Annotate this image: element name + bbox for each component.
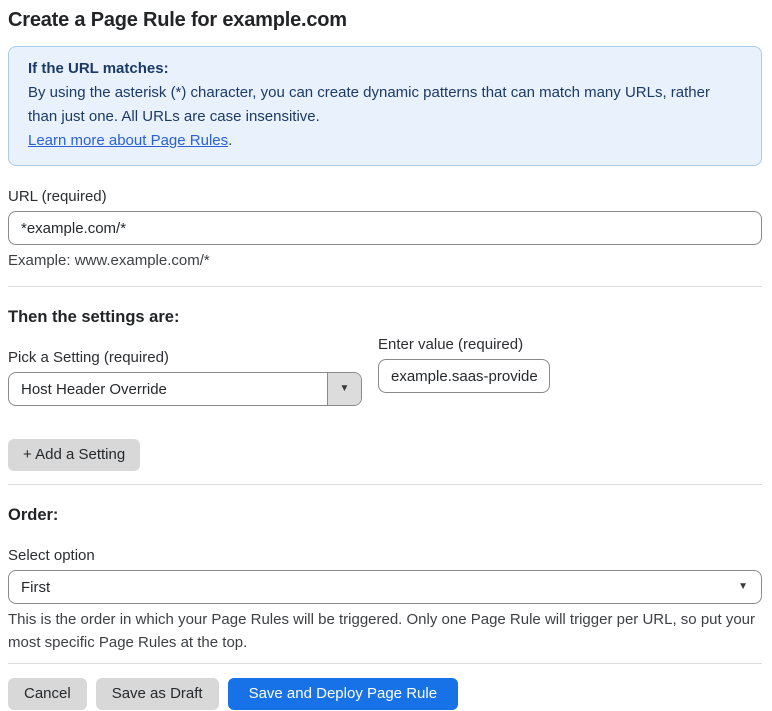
setting-select[interactable]: Host Header Override ▼	[8, 372, 362, 406]
info-box-body: By using the asterisk (*) character, you…	[28, 84, 710, 125]
save-deploy-button[interactable]: Save and Deploy Page Rule	[227, 678, 459, 710]
divider	[8, 286, 762, 287]
pick-setting-label: Pick a Setting (required)	[8, 349, 169, 366]
order-helper-text: This is the order in which your Page Rul…	[8, 611, 756, 651]
setting-row: Pick a Setting (required) Host Header Ov…	[8, 327, 762, 406]
info-box-heading: If the URL matches:	[28, 60, 169, 77]
setting-select-arrow-button[interactable]: ▼	[327, 373, 361, 405]
order-select-label: Select option	[8, 547, 95, 564]
save-draft-button[interactable]: Save as Draft	[95, 678, 219, 710]
url-input[interactable]	[8, 211, 762, 245]
cancel-button[interactable]: Cancel	[8, 678, 87, 710]
footer-actions: Cancel Save as Draft Save and Deploy Pag…	[8, 678, 762, 710]
url-example-helper: Example: www.example.com/*	[8, 252, 210, 269]
link-period: .	[228, 132, 233, 149]
learn-more-link[interactable]: Learn more about Page Rules	[28, 132, 228, 149]
url-matches-info-box: If the URL matches: By using the asteris…	[8, 46, 762, 166]
chevron-down-icon: ▼	[339, 383, 350, 394]
page-title: Create a Page Rule for example.com	[8, 9, 347, 31]
pick-setting-column: Pick a Setting (required) Host Header Ov…	[8, 327, 362, 406]
divider	[8, 663, 762, 664]
chevron-down-icon: ▼	[738, 581, 748, 592]
enter-value-label: Enter value (required)	[378, 336, 524, 353]
settings-section-heading: Then the settings are:	[8, 308, 180, 326]
create-page-rule-form: Create a Page Rule for example.com If th…	[0, 0, 772, 710]
info-box-link-line: Learn more about Page Rules.	[28, 129, 742, 153]
enter-value-column: Enter value (required)	[378, 336, 550, 393]
setting-select-value: Host Header Override	[21, 380, 167, 398]
divider	[8, 484, 762, 485]
setting-value-input[interactable]	[378, 359, 550, 393]
order-section-heading: Order:	[8, 506, 59, 524]
order-select[interactable]: First ▼	[8, 570, 762, 604]
add-setting-button[interactable]: + Add a Setting	[8, 439, 141, 471]
order-select-value: First	[21, 578, 51, 596]
url-field-label: URL (required)	[8, 188, 107, 205]
